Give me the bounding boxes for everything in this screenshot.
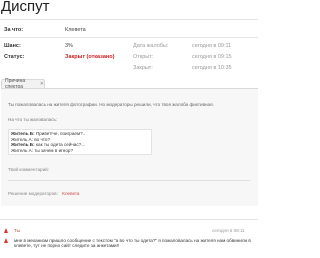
filed-label: Дата жалобы: [133,43,169,49]
closed-label: Закрыт: [133,65,153,71]
conversation-line: Житель А: ты зачем в игнор? [11,147,74,153]
divider [0,219,258,220]
warning-icon [4,228,8,233]
chance-value: 3% [65,43,73,49]
page-title: Диспут [1,0,50,15]
divider [0,19,258,20]
conversation-box: Житель Б: Привет!че, поиграем?.. Житель … [8,129,152,155]
conversation-line: Житель Б: Привет!че, поиграем?.. [11,131,86,136]
opened-value: сегодня в 09:15 [192,54,232,60]
close-icon[interactable]: ✕ [40,81,44,87]
about-value: Клевета [65,27,86,33]
author-name[interactable]: Ты [14,228,20,233]
decision-label: Решение модераторов: Клевета [8,191,80,196]
status-label: Статус: [4,54,25,60]
divider [8,180,250,181]
filed-value: сегодня в 09:11 [192,43,232,49]
status-value: Закрыт (отказано) [65,54,115,60]
complaint-heading: На что ты жаловалась: [8,117,58,122]
tab-reason[interactable]: Причина спектра ✕ [1,78,45,90]
conversation-line: Житель А: во что? [11,136,51,142]
chance-label: Шанс: [4,43,21,49]
conversation-line: Житель Б: как ты одета сейчас?... [11,142,86,147]
message-text: мне в механизм пришло сообщение с тексто… [14,238,251,248]
comment-label: Твой комментарий: [8,167,49,172]
author-time: сегодня в 09:11 [212,228,245,233]
about-label: За что: [4,27,24,33]
opened-label: Открыт: [133,54,154,60]
warning-icon [4,238,8,243]
decision-link[interactable]: Клевета [62,191,79,196]
closed-value: сегодня в 10:35 [192,65,232,71]
divider [0,37,258,38]
complaint-text: Ты пожаловалась на жителя фотографии. Но… [8,102,214,107]
